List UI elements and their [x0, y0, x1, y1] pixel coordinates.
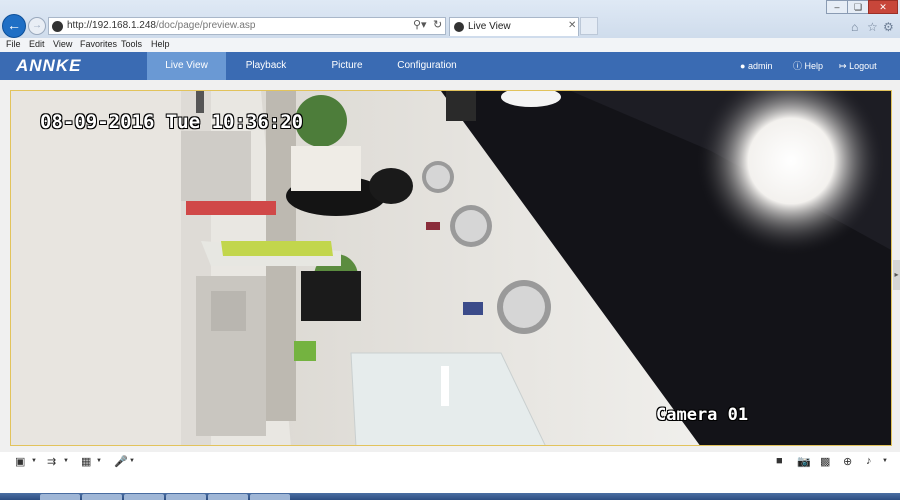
address-bar[interactable]: http://192.168.1.248/doc/page/preview.as…	[48, 17, 446, 35]
microphone-dropdown-icon[interactable]: ▼	[129, 458, 135, 464]
taskbar-app[interactable]	[82, 494, 122, 500]
digital-zoom-icon[interactable]: ⊕	[843, 455, 852, 468]
address-search-icon[interactable]: ⚲▾	[413, 18, 427, 31]
volume-dropdown-icon[interactable]: ▼	[882, 458, 888, 464]
user-menu[interactable]: ● admin	[740, 52, 772, 80]
camera-scene	[11, 91, 891, 445]
address-url: http://192.168.1.248/doc/page/preview.as…	[67, 20, 255, 31]
menu-file[interactable]: File	[6, 39, 21, 49]
tab-close-icon[interactable]: ✕	[568, 20, 576, 31]
menu-help[interactable]: Help	[151, 39, 170, 49]
plugin-dropdown-icon[interactable]: ▼	[96, 458, 102, 464]
tab-configuration[interactable]: Configuration	[388, 52, 466, 80]
video-toolbar: ▣ ▼ ⇉ ▼ ▦ ▼ 🎤 ▼ ■ 📷 ▩ ⊕ ♪ ▼	[0, 452, 900, 472]
new-tab-button[interactable]	[580, 17, 598, 35]
menu-edit[interactable]: Edit	[29, 39, 45, 49]
tab-title: Live View	[468, 21, 511, 32]
page-favicon-icon	[52, 21, 63, 32]
gear-icon[interactable]: ⚙	[883, 20, 894, 34]
osd-camera-name: Camera 01	[656, 405, 749, 425]
taskbar-app[interactable]	[40, 494, 80, 500]
browser-menubar: File Edit View Favorites Tools Help	[0, 38, 900, 52]
window-close-button[interactable]: ✕	[868, 0, 898, 14]
app-navbar: ANNKE Live View Playback Picture Configu…	[0, 52, 900, 80]
stream-type-dropdown-icon[interactable]: ▼	[63, 458, 69, 464]
tab-picture[interactable]: Picture	[306, 52, 388, 80]
logout-icon: ↦	[839, 61, 847, 71]
home-icon[interactable]: ⌂	[851, 20, 858, 34]
collapse-panel-arrow-icon[interactable]: ▸	[893, 260, 900, 290]
volume-icon[interactable]: ♪	[866, 455, 872, 467]
stop-icon[interactable]: ■	[776, 455, 783, 467]
record-icon[interactable]: ▩	[820, 455, 830, 468]
help-label: Help	[804, 61, 824, 71]
forward-button[interactable]: →	[28, 17, 46, 35]
tab-playback[interactable]: Playback	[226, 52, 306, 80]
url-host: http://192.168.1.248	[67, 20, 156, 31]
help-link[interactable]: ⓘ Help	[793, 52, 823, 80]
plugin-icon[interactable]: ▦	[81, 455, 91, 468]
browser-titlebar: ← → http://192.168.1.248/doc/page/previe…	[0, 0, 900, 38]
stream-type-icon[interactable]: ⇉	[47, 455, 56, 468]
microphone-icon[interactable]: 🎤	[114, 455, 128, 468]
browser-tab[interactable]: Live View ✕	[449, 17, 579, 36]
brand-logo: ANNKE	[16, 56, 82, 75]
tab-live-view[interactable]: Live View	[147, 52, 226, 80]
user-icon: ●	[740, 61, 746, 71]
menu-favorites[interactable]: Favorites	[80, 39, 117, 49]
help-icon: ⓘ	[793, 61, 803, 71]
logout-label: Logout	[849, 61, 877, 71]
camera-video-feed[interactable]: 08-09-2016 Tue 10:36:20 Camera 01	[10, 90, 892, 446]
menu-view[interactable]: View	[53, 39, 72, 49]
logout-link[interactable]: ↦ Logout	[839, 52, 877, 80]
window-layout-icon[interactable]: ▣	[15, 455, 25, 468]
favorites-star-icon[interactable]: ☆	[867, 20, 878, 34]
username: admin	[747, 61, 773, 71]
window-maximize-button[interactable]: ❏	[847, 0, 869, 14]
refresh-icon[interactable]: ↻	[433, 18, 442, 31]
taskbar-app[interactable]	[124, 494, 164, 500]
taskbar-app[interactable]	[208, 494, 248, 500]
tab-favicon-icon	[454, 22, 464, 32]
window-layout-dropdown-icon[interactable]: ▼	[31, 458, 37, 464]
osd-timestamp: 08-09-2016 Tue 10:36:20	[40, 111, 304, 133]
window-minimize-button[interactable]: –	[826, 0, 848, 14]
taskbar-app[interactable]	[166, 494, 206, 500]
back-button[interactable]: ←	[2, 14, 26, 38]
capture-icon[interactable]: 📷	[797, 455, 811, 468]
url-path: /doc/page/preview.asp	[155, 20, 256, 31]
os-taskbar	[0, 493, 900, 500]
menu-tools[interactable]: Tools	[121, 39, 142, 49]
taskbar-app[interactable]	[250, 494, 290, 500]
